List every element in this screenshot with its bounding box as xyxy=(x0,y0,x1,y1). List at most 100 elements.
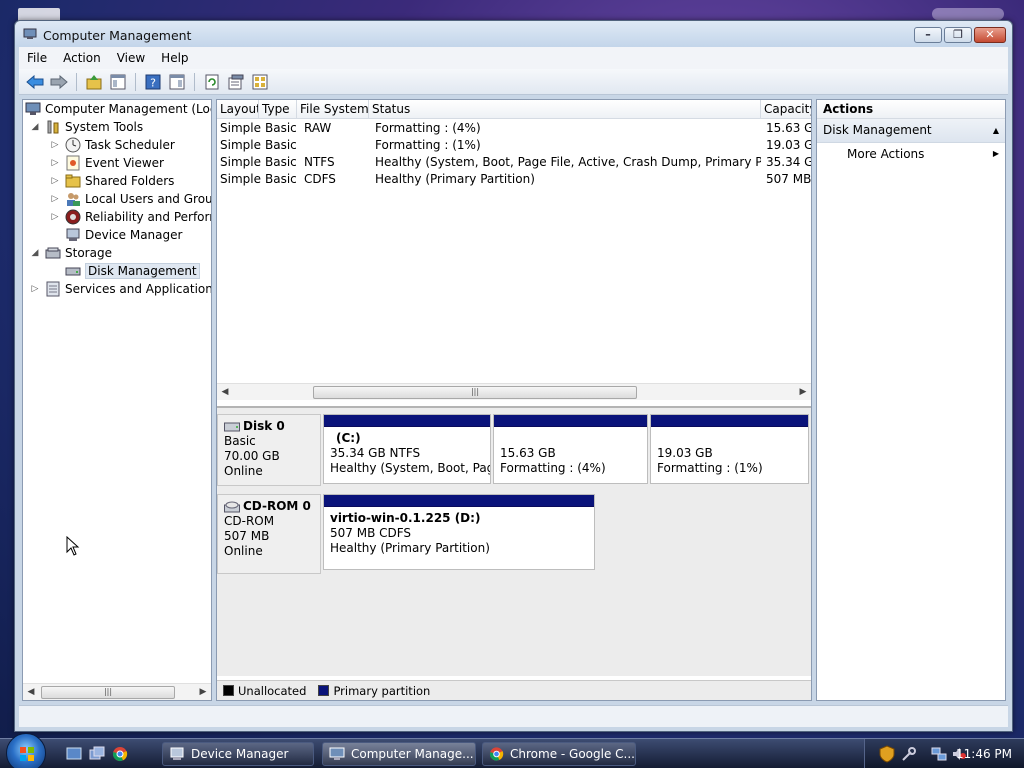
tree-label: Services and Applications xyxy=(65,282,212,296)
tools-icon[interactable] xyxy=(901,746,917,762)
more-actions-item[interactable]: More Actions ▶ xyxy=(817,143,1005,165)
volume-row[interactable]: Simple Basic NTFS Healthy (System, Boot,… xyxy=(217,154,811,171)
collapse-arrow-icon[interactable]: ◢ xyxy=(29,248,41,258)
tree-item-task-scheduler[interactable]: ▷ Task Scheduler xyxy=(49,136,175,154)
menu-file[interactable]: File xyxy=(19,51,55,65)
title-bar[interactable]: Computer Management – ❐ ✕ xyxy=(15,21,1012,47)
disk-management-icon xyxy=(65,267,81,276)
help-button[interactable]: ? xyxy=(143,72,163,92)
volume-row[interactable]: Simple Basic Formatting : (1%) 19.03 GB xyxy=(217,137,811,154)
expand-arrow-icon[interactable]: ▷ xyxy=(29,284,41,294)
start-button[interactable] xyxy=(6,733,46,768)
scroll-left-icon[interactable]: ◀ xyxy=(23,684,39,700)
expand-arrow-icon[interactable]: ▷ xyxy=(49,194,61,204)
maximize-button[interactable]: ❐ xyxy=(944,27,972,43)
cell-layout: Simple xyxy=(220,172,261,186)
actions-section-disk-management[interactable]: Disk Management ▲ xyxy=(817,119,1005,143)
scroll-left-icon[interactable]: ◀ xyxy=(217,384,233,400)
expand-arrow-icon[interactable]: ▷ xyxy=(49,176,61,186)
tree-item-event-viewer[interactable]: ▷ Event Viewer xyxy=(49,154,164,172)
event-viewer-icon xyxy=(66,155,80,171)
partition-d[interactable]: virtio-win-0.1.225 (D:) 507 MB CDFS Heal… xyxy=(323,494,595,570)
expand-arrow-icon[interactable]: ▷ xyxy=(49,140,61,150)
taskbar-button-label: Chrome - Google C... xyxy=(510,747,635,761)
network-icon[interactable] xyxy=(931,746,947,762)
disk-0-label[interactable]: Disk 0 Basic 70.00 GB Online xyxy=(217,414,321,486)
expand-arrow-icon[interactable]: ▷ xyxy=(49,212,61,222)
menu-view[interactable]: View xyxy=(109,51,153,65)
switch-windows-icon[interactable] xyxy=(89,746,105,762)
cell-type: Basic xyxy=(265,155,297,169)
show-hide-action-pane-button[interactable] xyxy=(167,72,187,92)
refresh-button[interactable] xyxy=(202,72,222,92)
close-button[interactable]: ✕ xyxy=(974,27,1006,43)
windows-logo-icon xyxy=(20,747,34,761)
tree-item-local-users[interactable]: ▷ Local Users and Groups xyxy=(49,190,212,208)
menu-help[interactable]: Help xyxy=(153,51,196,65)
volume-row[interactable]: Simple Basic CDFS Healthy (Primary Parti… xyxy=(217,171,811,188)
partition-c[interactable]: (C:) 35.34 GB NTFS Healthy (System, Boot… xyxy=(323,414,491,484)
column-capacity[interactable]: Capacity xyxy=(761,100,811,119)
security-shield-icon[interactable] xyxy=(879,745,895,763)
column-file-system[interactable]: File System xyxy=(297,100,369,119)
partition-label: (C:) xyxy=(336,431,361,445)
actions-header: Actions xyxy=(817,100,1005,119)
clock-icon xyxy=(65,137,81,153)
tree-label: Disk Management xyxy=(85,263,200,279)
disk-size: 70.00 GB xyxy=(224,449,280,463)
tree-item-services-applications[interactable]: ▷ Services and Applications xyxy=(29,280,212,298)
scroll-right-icon[interactable]: ▶ xyxy=(795,384,811,400)
tree-item-storage[interactable]: ◢ Storage xyxy=(29,244,112,262)
scrollbar-thumb[interactable]: ||| xyxy=(41,686,175,699)
minimize-button[interactable]: – xyxy=(914,27,942,43)
disk-type: CD-ROM xyxy=(224,514,275,528)
up-button[interactable] xyxy=(84,72,104,92)
computer-management-icon xyxy=(329,747,345,760)
tree-label: Device Manager xyxy=(85,228,183,242)
column-layout[interactable]: Layout xyxy=(217,100,259,119)
show-desktop-icon[interactable] xyxy=(66,746,82,762)
properties-button[interactable] xyxy=(226,72,246,92)
tree-horizontal-scrollbar[interactable]: ◀ ||| ▶ xyxy=(23,683,211,700)
back-button[interactable] xyxy=(25,72,45,92)
tree-label: Local Users and Groups xyxy=(85,192,212,206)
expand-arrow-icon[interactable]: ▷ xyxy=(49,158,61,168)
toolbar-separator xyxy=(194,72,195,91)
tree-item-device-manager[interactable]: Device Manager xyxy=(65,226,182,244)
menu-action[interactable]: Action xyxy=(55,51,109,65)
scrollbar-thumb[interactable]: ||| xyxy=(313,386,637,399)
taskbar-button-label: Device Manager xyxy=(191,747,289,761)
scroll-right-icon[interactable]: ▶ xyxy=(195,684,211,700)
partition-status: Formatting : (1%) xyxy=(657,461,763,475)
cell-status: Formatting : (1%) xyxy=(375,138,481,152)
tree-item-disk-management[interactable]: Disk Management xyxy=(65,262,200,280)
column-status[interactable]: Status xyxy=(369,100,761,119)
partition-15gb[interactable]: 15.63 GB Formatting : (4%) xyxy=(493,414,648,484)
taskbar-chrome[interactable]: Chrome - Google C... xyxy=(482,742,636,766)
restore-icon: ❐ xyxy=(953,28,963,41)
chrome-icon[interactable] xyxy=(112,746,128,762)
computer-management-window: Computer Management – ❐ ✕ File Action Vi… xyxy=(14,20,1013,732)
forward-button[interactable] xyxy=(49,72,69,92)
volume-list-horizontal-scrollbar[interactable]: ◀ ||| ▶ xyxy=(217,383,811,400)
tree-item-shared-folders[interactable]: ▷ Shared Folders xyxy=(49,172,175,190)
taskbar-computer-management[interactable]: Computer Manage... xyxy=(322,742,476,766)
cd-drive-icon xyxy=(224,501,240,512)
export-button[interactable] xyxy=(250,72,270,92)
show-hide-tree-button[interactable] xyxy=(108,72,128,92)
cell-file-system: RAW xyxy=(304,121,332,135)
taskbar-device-manager[interactable]: Device Manager xyxy=(162,742,314,766)
partition-19gb[interactable]: 19.03 GB Formatting : (1%) xyxy=(650,414,809,484)
tree-item-system-tools[interactable]: ◢ System Tools xyxy=(29,118,144,136)
tree-item-reliability[interactable]: ▷ Reliability and Performa xyxy=(49,208,211,226)
cell-type: Basic xyxy=(265,138,297,152)
tree-label: Event Viewer xyxy=(85,156,164,170)
cdrom-0-label[interactable]: CD-ROM 0 CD-ROM 507 MB Online xyxy=(217,494,321,574)
performance-icon xyxy=(65,209,81,225)
volume-row[interactable]: Simple Basic RAW Formatting : (4%) 15.63… xyxy=(217,120,811,137)
taskbar-clock[interactable]: 11:46 PM xyxy=(956,747,1012,761)
column-type[interactable]: Type xyxy=(259,100,297,119)
collapse-arrow-icon[interactable]: ◢ xyxy=(29,122,41,132)
tree-item-computer-management[interactable]: Computer Management (Local xyxy=(25,100,211,118)
primary-partition-bar xyxy=(651,415,808,427)
